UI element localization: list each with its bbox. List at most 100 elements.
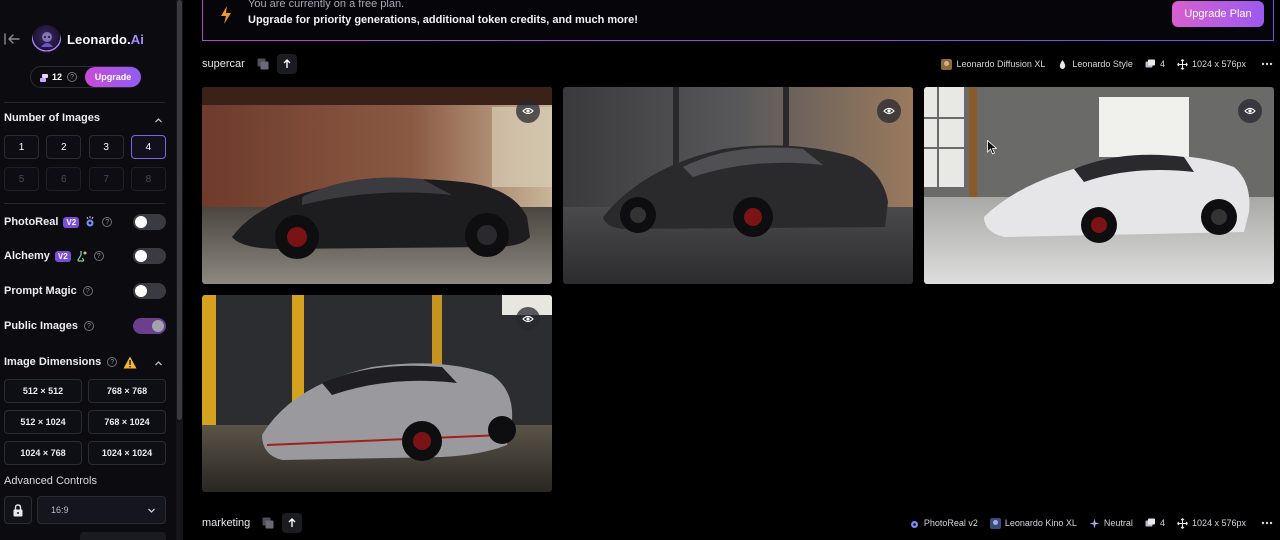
view-image-button[interactable] <box>1238 99 1262 123</box>
image-dimension-option[interactable]: 512 × 512 <box>4 379 82 403</box>
sparkle-icon <box>1089 518 1100 528</box>
generation-prompt: supercar <box>202 58 245 70</box>
generation-meta: PhotoReal v2 Leonardo Kino XL Neutral 4 … <box>909 512 1274 534</box>
model-name: Leonardo Diffusion XL <box>956 59 1046 69</box>
number-of-images-option[interactable]: 6 <box>46 167 82 191</box>
view-image-button[interactable] <box>877 99 901 123</box>
photoreal-version: PhotoReal v2 <box>923 518 978 528</box>
public-images-label: Public Images <box>4 320 78 332</box>
photoreal-label: PhotoReal <box>4 216 59 228</box>
view-image-button[interactable] <box>516 307 540 331</box>
sidebar-scrollbar[interactable] <box>177 0 182 420</box>
banner-text: You are currently on a free plan. <box>248 0 405 10</box>
divider <box>4 203 165 204</box>
images-icon <box>1145 518 1155 526</box>
image-dimension-option[interactable]: 768 × 768 <box>88 379 166 403</box>
model-thumbnail-icon <box>989 517 1001 529</box>
help-icon[interactable]: ? <box>107 357 118 367</box>
eye-icon <box>1244 107 1256 115</box>
arrow-up-icon <box>283 59 291 68</box>
lightning-bolt-icon <box>220 6 232 24</box>
upgrade-button[interactable]: Upgrade <box>85 67 141 87</box>
copy-icon[interactable] <box>257 58 269 70</box>
image-dimensions-row: Image Dimensions ? <box>4 353 166 371</box>
toggle-knob <box>135 285 147 297</box>
photoreal-row: PhotoReal V2 ? <box>4 213 166 231</box>
sidebar: Leonardo.Ai 12 ? Upgrade Number of Image… <box>0 0 176 540</box>
image-dimension-option[interactable]: 512 × 1024 <box>4 410 82 434</box>
number-of-images-option[interactable]: 8 <box>130 167 166 191</box>
model-thumbnail-icon <box>941 58 953 70</box>
warning-icon <box>123 356 137 369</box>
generated-image[interactable] <box>563 87 913 284</box>
generated-image[interactable] <box>202 87 552 284</box>
token-balance: 12 ? Upgrade <box>30 66 141 88</box>
image-dimension-option[interactable]: 768 × 1024 <box>88 410 166 434</box>
chevron-up-icon[interactable] <box>154 114 163 123</box>
public-images-row: Public Images ? <box>4 317 166 335</box>
generation-prompt: marketing <box>202 517 251 529</box>
camera-sparkle-icon <box>84 216 96 228</box>
version-badge: V2 <box>54 250 71 262</box>
resize-icon <box>1177 517 1188 529</box>
model-info: Leonardo Diffusion XL <box>941 58 1046 70</box>
generation-meta: Leonardo Diffusion XL Leonardo Style 4 1… <box>941 53 1274 75</box>
reuse-prompt-button[interactable] <box>276 54 297 74</box>
aspect-ratio-select[interactable]: 16:9 <box>37 496 166 524</box>
token-stack-icon <box>39 72 49 82</box>
advanced-controls-label: Advanced Controls <box>4 475 97 487</box>
public-images-toggle[interactable] <box>133 318 166 334</box>
free-plan-banner: You are currently on a free plan. Upgrad… <box>202 0 1274 41</box>
alchemy-label: Alchemy <box>4 250 50 262</box>
model-info: Leonardo Kino XL <box>989 517 1077 529</box>
help-icon[interactable]: ? <box>83 321 94 331</box>
number-of-images-option[interactable]: 2 <box>46 135 82 159</box>
toggle-knob <box>152 320 164 332</box>
reuse-prompt-button[interactable] <box>282 513 303 533</box>
resize-icon <box>1177 58 1188 70</box>
number-of-images-option[interactable]: 4 <box>130 135 166 159</box>
arrow-up-icon <box>288 518 296 527</box>
image-dimension-option[interactable]: 1024 × 768 <box>4 441 82 465</box>
style-info: Neutral <box>1089 518 1133 529</box>
view-image-button[interactable] <box>516 99 540 123</box>
leonardo-logo-icon <box>32 24 61 54</box>
dimension-info: 1024 x 576px <box>1177 517 1246 529</box>
number-of-images-option[interactable]: 3 <box>88 135 124 159</box>
generation-header: supercar Leonardo Diffusion XL Leonardo … <box>202 53 1274 75</box>
divider <box>4 102 165 103</box>
aspect-ratio-value: 16:9 <box>51 505 69 515</box>
generated-image[interactable] <box>202 295 552 492</box>
prompt-magic-toggle[interactable] <box>133 283 166 299</box>
help-icon[interactable]: ? <box>82 286 93 296</box>
image-count-info: 4 <box>1145 518 1165 529</box>
more-options-icon[interactable] <box>1260 59 1274 69</box>
number-of-images-title: Number of Images <box>4 112 100 124</box>
eye-icon <box>522 315 534 323</box>
number-of-images-option[interactable]: 5 <box>4 167 39 191</box>
alchemy-toggle[interactable] <box>133 248 166 264</box>
image-count: 4 <box>1159 59 1165 69</box>
style-name: Leonardo Style <box>1072 59 1133 69</box>
help-icon[interactable]: ? <box>102 217 113 227</box>
help-icon[interactable]: ? <box>67 72 78 82</box>
image-dimension-option[interactable]: 1024 × 1024 <box>88 441 166 465</box>
toggle-knob <box>135 250 147 262</box>
collapse-sidebar-icon[interactable] <box>4 32 22 46</box>
alchemy-row: Alchemy V2 ? <box>4 247 166 265</box>
photoreal-info: PhotoReal v2 <box>909 518 978 529</box>
lock-icon <box>13 503 23 516</box>
photoreal-toggle[interactable] <box>133 214 166 230</box>
version-badge: V2 <box>63 216 80 228</box>
chevron-up-icon[interactable] <box>154 357 163 366</box>
help-icon[interactable]: ? <box>93 251 104 261</box>
brand-name: Leonardo.Ai <box>67 31 144 47</box>
number-of-images-option[interactable]: 7 <box>88 167 124 191</box>
upgrade-plan-button[interactable]: Upgrade Plan <box>1172 1 1264 27</box>
copy-icon[interactable] <box>262 517 274 529</box>
style-name: Neutral <box>1103 518 1133 528</box>
number-of-images-option[interactable]: 1 <box>4 135 39 159</box>
more-options-icon[interactable] <box>1260 518 1274 528</box>
aspect-lock-button[interactable] <box>4 496 32 524</box>
generated-image[interactable] <box>924 87 1274 284</box>
